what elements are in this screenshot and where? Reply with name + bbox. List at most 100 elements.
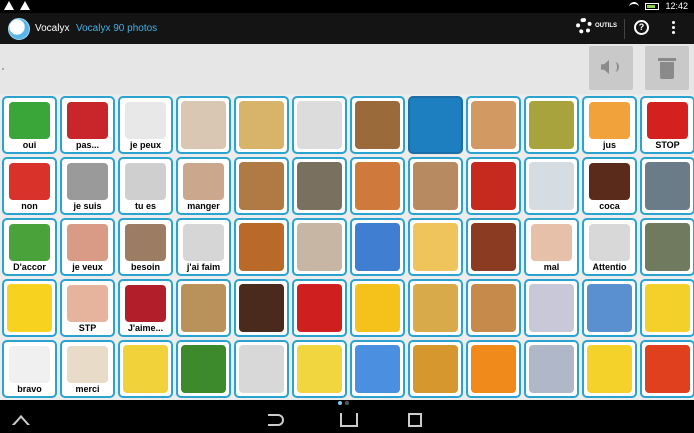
pictogram-cell[interactable] bbox=[176, 96, 231, 154]
pictogram-cell[interactable] bbox=[176, 340, 231, 398]
pictogram-cell[interactable] bbox=[408, 279, 463, 337]
page-dot bbox=[345, 401, 349, 405]
recent-apps-icon[interactable] bbox=[408, 413, 422, 427]
pictogram-cell[interactable] bbox=[234, 218, 289, 276]
pictogram-cell[interactable] bbox=[640, 340, 694, 398]
pictogram-cell[interactable] bbox=[350, 218, 405, 276]
pictogram-cell[interactable] bbox=[234, 157, 289, 215]
pictogram-cell[interactable] bbox=[292, 279, 347, 337]
pictogram-cell[interactable]: je suis bbox=[60, 157, 115, 215]
thumbs-down-icon bbox=[67, 102, 108, 139]
status-bar: 12:42 bbox=[0, 0, 694, 13]
pictogram-cell[interactable]: je peux bbox=[118, 96, 173, 154]
oranges-icon bbox=[471, 345, 516, 393]
pictogram-label: je suis bbox=[73, 201, 102, 211]
pictogram-cell[interactable] bbox=[292, 96, 347, 154]
tools-button[interactable]: OUTILS bbox=[576, 18, 617, 34]
pictogram-cell[interactable] bbox=[2, 279, 57, 337]
help-button[interactable]: ? bbox=[634, 20, 649, 35]
pictogram-cell[interactable] bbox=[524, 279, 579, 337]
pictogram-cell[interactable] bbox=[234, 96, 289, 154]
potatoes-icon bbox=[181, 284, 226, 332]
pictogram-cell[interactable]: STP bbox=[60, 279, 115, 337]
pictogram-cell[interactable] bbox=[234, 279, 289, 337]
pictogram-cell[interactable]: oui bbox=[2, 96, 57, 154]
pictogram-cell[interactable] bbox=[466, 279, 521, 337]
trash-icon bbox=[658, 58, 676, 61]
speak-button[interactable] bbox=[589, 46, 633, 90]
pictogram-label: pas... bbox=[75, 140, 99, 150]
speaker-icon bbox=[601, 60, 609, 74]
pictogram-label: D'accor bbox=[13, 262, 46, 272]
pictogram-cell[interactable] bbox=[524, 157, 579, 215]
pictogram-cell[interactable]: bravo bbox=[2, 340, 57, 398]
warning-icon bbox=[20, 1, 30, 10]
pictogram-cell[interactable] bbox=[350, 340, 405, 398]
pictogram-cell[interactable]: D'accor bbox=[2, 218, 57, 276]
clear-button[interactable] bbox=[645, 46, 689, 90]
pictogram-label: besoin bbox=[130, 262, 160, 272]
pictogram-cell[interactable] bbox=[408, 96, 463, 154]
pictogram-cell[interactable]: jus bbox=[582, 96, 637, 154]
pictogram-cell[interactable]: coca bbox=[582, 157, 637, 215]
pictogram-cell[interactable] bbox=[582, 340, 637, 398]
pictogram-cell[interactable] bbox=[466, 96, 521, 154]
pictogram-cell[interactable]: J'aime... bbox=[118, 279, 173, 337]
pictogram-cell[interactable] bbox=[292, 157, 347, 215]
pictogram-cell[interactable]: j'ai faim bbox=[176, 218, 231, 276]
pictogram-cell[interactable]: non bbox=[2, 157, 57, 215]
roast-chicken-icon bbox=[239, 223, 284, 271]
chevron-up-icon[interactable] bbox=[12, 415, 30, 425]
pictogram-label: j'ai faim bbox=[186, 262, 221, 272]
pictogram-cell[interactable] bbox=[466, 340, 521, 398]
pictogram-cell[interactable] bbox=[466, 218, 521, 276]
pictogram-cell[interactable]: Attentio bbox=[582, 218, 637, 276]
pictogram-cell[interactable]: manger bbox=[176, 157, 231, 215]
angel-smiley-icon bbox=[587, 345, 632, 393]
sentence-field[interactable] bbox=[0, 44, 586, 94]
pictogram-cell[interactable] bbox=[408, 218, 463, 276]
pizza-icon bbox=[355, 162, 400, 210]
tomato-icon bbox=[471, 162, 516, 210]
pictogram-cell[interactable] bbox=[640, 218, 694, 276]
pictogram-cell[interactable]: STOP bbox=[640, 96, 694, 154]
pictogram-label: J'aime... bbox=[127, 323, 164, 333]
pictogram-cell[interactable] bbox=[292, 340, 347, 398]
pictogram-cell[interactable] bbox=[524, 340, 579, 398]
pictogram-cell[interactable] bbox=[176, 279, 231, 337]
app-logo-icon[interactable] bbox=[8, 18, 30, 40]
home-icon[interactable] bbox=[340, 413, 358, 427]
overflow-menu-icon[interactable] bbox=[672, 21, 676, 36]
back-icon[interactable] bbox=[268, 414, 284, 426]
pictogram-cell[interactable]: mal bbox=[524, 218, 579, 276]
person-icon bbox=[125, 224, 166, 261]
pictogram-cell[interactable] bbox=[524, 96, 579, 154]
pictogram-cell[interactable]: pas... bbox=[60, 96, 115, 154]
pictogram-cell[interactable] bbox=[466, 157, 521, 215]
pictogram-cell[interactable] bbox=[640, 157, 694, 215]
pictogram-cell[interactable]: merci bbox=[60, 340, 115, 398]
pictogram-cell[interactable] bbox=[350, 157, 405, 215]
thanks-icon bbox=[67, 346, 108, 383]
pictogram-cell[interactable]: besoin bbox=[118, 218, 173, 276]
page-indicator bbox=[338, 401, 349, 405]
drinking-icon bbox=[181, 101, 226, 149]
pictogram-cell[interactable] bbox=[640, 279, 694, 337]
pictogram-cell[interactable] bbox=[350, 279, 405, 337]
pictogram-cell[interactable]: tu es bbox=[118, 157, 173, 215]
trash-body bbox=[660, 62, 674, 79]
pictogram-cell[interactable] bbox=[350, 96, 405, 154]
app-subtitle: Vocalyx 90 photos bbox=[76, 23, 158, 34]
pictogram-label: merci bbox=[75, 384, 100, 394]
pictogram-cell[interactable] bbox=[118, 340, 173, 398]
pictogram-board: oui pas... je peux jus STOP non je suis tu es ma… bbox=[0, 94, 694, 400]
pictogram-cell[interactable] bbox=[582, 279, 637, 337]
pictogram-grid: oui pas... je peux jus STOP non je suis tu es ma… bbox=[2, 96, 694, 398]
pictogram-cell[interactable] bbox=[408, 157, 463, 215]
pictogram-cell[interactable]: je veux bbox=[60, 218, 115, 276]
pictogram-cell[interactable] bbox=[234, 340, 289, 398]
warning-icon bbox=[4, 1, 14, 10]
lips-icon bbox=[125, 285, 166, 322]
pictogram-cell[interactable] bbox=[292, 218, 347, 276]
pictogram-cell[interactable] bbox=[408, 340, 463, 398]
